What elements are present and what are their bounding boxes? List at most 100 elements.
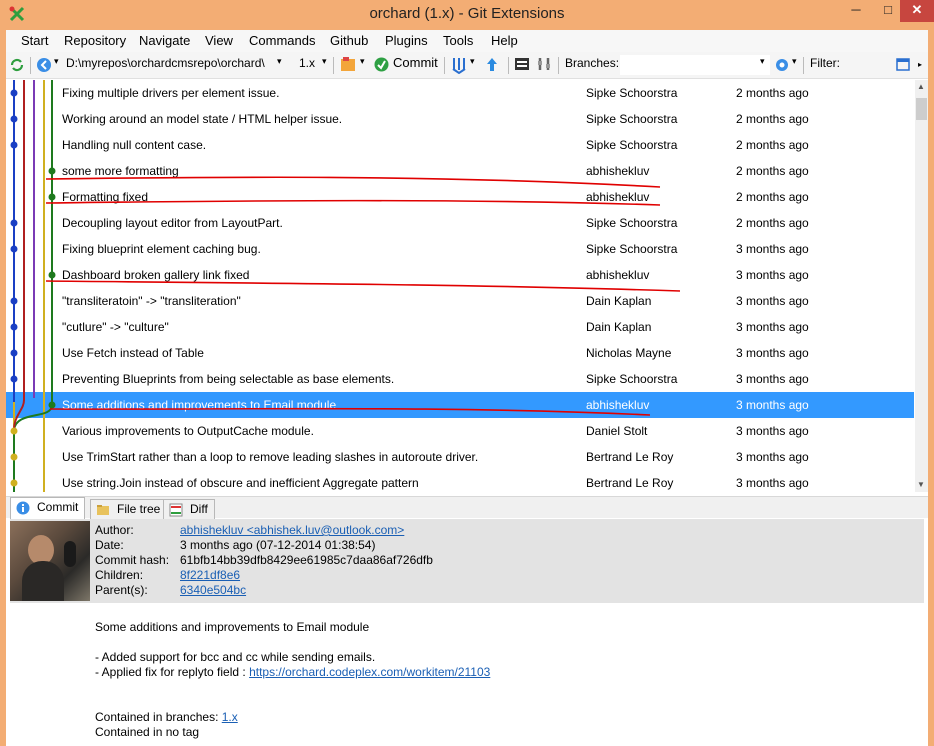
table-row[interactable]: some more formatting abhishekluv 2 months … — [6, 158, 914, 184]
table-row[interactable]: Preventing Blueprints from being selecta… — [6, 366, 914, 392]
parents-label: Parent(s): — [95, 583, 148, 597]
refresh-icon[interactable] — [9, 57, 25, 73]
table-row[interactable]: Use string.Join instead of obscure and i… — [6, 470, 914, 492]
menu-github[interactable]: Github — [330, 33, 368, 48]
avatar — [10, 521, 90, 601]
commit-author: abhishekluv — [586, 268, 650, 282]
commit-author: Dain Kaplan — [586, 320, 652, 334]
menu-help[interactable]: Help — [491, 33, 518, 48]
stash-icon[interactable] — [339, 56, 357, 74]
table-row[interactable]: "transliteratoin" -> "transliteration" Da… — [6, 288, 914, 314]
scroll-thumb[interactable] — [916, 98, 927, 120]
commit-message: Preventing Blueprints from being selecta… — [62, 372, 395, 386]
table-row-selected[interactable]: Some additions and improvements to Email… — [6, 392, 914, 418]
workitem-link[interactable]: https://orchard.codeplex.com/workitem/21… — [249, 665, 490, 679]
menu-repository[interactable]: Repository — [64, 33, 126, 48]
date-label: Date: — [95, 538, 124, 552]
table-row[interactable]: Fixing multiple drivers per element issu… — [6, 80, 914, 106]
table-row[interactable]: "cutlure" -> "culture" Dain Kaplan 3 month… — [6, 314, 914, 340]
revision-grid[interactable]: Fixing multiple drivers per element issu… — [6, 80, 928, 492]
commit-date: 3 months ago — [736, 320, 809, 334]
table-row[interactable]: Use TrimStart rather than a loop to remo… — [6, 444, 914, 470]
console-icon[interactable] — [514, 57, 530, 71]
title-bar: orchard (1.x) - Git Extensions ─ □ ✕ — [0, 0, 934, 30]
commit-date: 3 months ago — [736, 398, 809, 412]
commit-date: 2 months ago — [736, 112, 809, 126]
scroll-down-icon[interactable]: ▼ — [917, 480, 925, 489]
tab-commit[interactable]: Commit — [10, 497, 86, 519]
info-icon — [16, 501, 30, 515]
date-value: 3 months ago (07-12-2014 01:38:54) — [180, 538, 376, 552]
back-icon[interactable] — [36, 57, 52, 73]
table-row[interactable]: Working around an model state / HTML hel… — [6, 106, 914, 132]
commit-message: Dashboard broken gallery link fixed — [62, 268, 250, 282]
message-subject: Some additions and improvements to Email… — [95, 620, 370, 634]
branches-dropdown-icon[interactable]: ▾ — [760, 56, 765, 67]
branches-label: Branches: — [565, 56, 620, 70]
table-row[interactable]: Fixing blueprint element caching bug. Sip… — [6, 236, 914, 262]
branch-dropdown-icon[interactable]: ▾ — [322, 56, 327, 67]
branches-combobox[interactable] — [620, 55, 770, 75]
tab-commit-label: Commit — [37, 500, 79, 514]
menu-plugins[interactable]: Plugins — [385, 33, 428, 48]
commit-author: Bertrand Le Roy — [586, 450, 674, 464]
repository-path[interactable]: D:\myrepos\orchardcmsrepo\orchard\ — [66, 56, 265, 70]
grid-scrollbar[interactable]: ▲ ▼ — [915, 80, 928, 492]
commit-date: 2 months ago — [736, 190, 809, 204]
settings-tools-icon[interactable] — [536, 56, 552, 72]
scroll-up-icon[interactable]: ▲ — [917, 82, 925, 91]
window-title: orchard (1.x) - Git Extensions — [369, 5, 565, 22]
minimize-button[interactable]: ─ — [842, 0, 870, 22]
menu-view[interactable]: View — [205, 33, 233, 48]
author-label: Author: — [95, 523, 134, 537]
children-link[interactable]: 8f221df8e6 — [180, 568, 240, 582]
push-icon[interactable] — [485, 56, 499, 74]
gear-icon[interactable] — [774, 57, 790, 73]
toolbar-overflow-icon[interactable]: ▸ — [918, 60, 922, 69]
tab-diff[interactable]: Diff — [163, 499, 215, 519]
main-window: Start Repository Navigate View Commands … — [6, 30, 928, 746]
branch-link[interactable]: 1.x — [222, 710, 238, 724]
commit-date: 3 months ago — [736, 294, 809, 308]
menu-commands[interactable]: Commands — [249, 33, 315, 48]
commit-author: Sipke Schoorstra — [586, 216, 678, 230]
commit-date: 3 months ago — [736, 424, 809, 438]
author-link[interactable]: abhishekluv <abhishek.luv@outlook.com> — [180, 523, 404, 537]
menu-navigate[interactable]: Navigate — [139, 33, 190, 48]
commit-message: Use Fetch instead of Table — [62, 346, 204, 360]
commit-date: 2 months ago — [736, 164, 809, 178]
table-row[interactable]: Dashboard broken gallery link fixed abhis… — [6, 262, 914, 288]
path-dropdown-icon[interactable]: ▾ — [277, 56, 282, 67]
current-branch[interactable]: 1.x — [299, 56, 315, 70]
stash-dropdown-icon[interactable]: ▾ — [360, 56, 365, 67]
close-button[interactable]: ✕ — [900, 0, 934, 22]
commit-date: 2 months ago — [736, 138, 809, 152]
commit-date: 2 months ago — [736, 86, 809, 100]
menu-tools[interactable]: Tools — [443, 33, 473, 48]
message-line: - Added support for bcc and cc while sen… — [95, 650, 376, 664]
parents-link[interactable]: 6340e504bc — [180, 583, 246, 597]
table-row[interactable]: Handling null content case. Sipke Schoors… — [6, 132, 914, 158]
table-row[interactable]: Use Fetch instead of Table Nicholas Mayne… — [6, 340, 914, 366]
commit-date: 3 months ago — [736, 372, 809, 386]
commit-message: Use string.Join instead of obscure and i… — [62, 476, 419, 490]
tab-file-tree[interactable]: File tree — [90, 499, 168, 519]
back-dropdown-icon[interactable]: ▾ — [54, 56, 59, 67]
filter-options-icon[interactable] — [896, 58, 910, 71]
table-row[interactable]: Decoupling layout editor from LayoutPart… — [6, 210, 914, 236]
commit-author: Sipke Schoorstra — [586, 86, 678, 100]
commit-icon[interactable] — [374, 57, 389, 72]
file-tree-icon — [97, 505, 109, 515]
gear-dropdown-icon[interactable]: ▾ — [792, 56, 797, 67]
children-label: Children: — [95, 568, 144, 582]
pull-icon[interactable] — [451, 56, 467, 74]
table-row[interactable]: Formatting fixed abhishekluv 2 months ago — [6, 184, 914, 210]
commit-author: abhishekluv — [586, 398, 650, 412]
tab-file-tree-label: File tree — [117, 502, 161, 516]
menu-start[interactable]: Start — [21, 33, 48, 48]
table-row[interactable]: Various improvements to OutputCache modu… — [6, 418, 914, 444]
menu-bar: Start Repository Navigate View Commands … — [6, 30, 928, 52]
commit-button[interactable]: Commit — [393, 55, 438, 70]
maximize-button[interactable]: □ — [874, 0, 902, 22]
pull-dropdown-icon[interactable]: ▾ — [470, 56, 475, 67]
